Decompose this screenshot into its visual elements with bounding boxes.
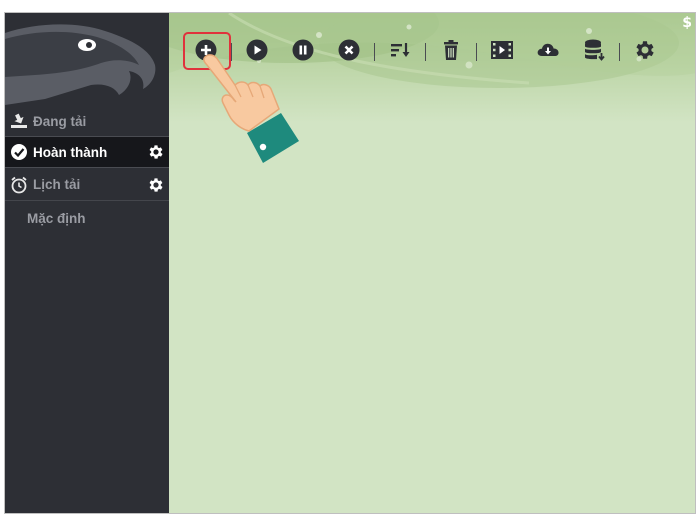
sort-icon <box>389 39 411 66</box>
sidebar-item-mac-dinh[interactable]: Mặc định <box>5 202 169 234</box>
video-film-icon <box>490 39 514 66</box>
database-button[interactable] <box>579 37 609 67</box>
app-window: Đang tải Hoàn thành Lịch tải Mặc định $ <box>4 12 696 514</box>
sidebar-item-lich-tai[interactable]: Lịch tải <box>5 169 169 201</box>
download-tray-icon <box>5 113 33 129</box>
sidebar: Đang tải Hoàn thành Lịch tải Mặc định <box>5 13 169 513</box>
sidebar-item-label: Lịch tải <box>33 177 81 192</box>
sidebar-item-label: Đang tải <box>33 113 87 129</box>
sort-button[interactable] <box>385 37 415 67</box>
toolbar-separator <box>619 43 620 61</box>
settings-button[interactable] <box>630 37 660 67</box>
gear-icon[interactable] <box>143 176 169 194</box>
eagle-logo <box>5 13 169 105</box>
sidebar-item-hoan-thanh[interactable]: Hoàn thành <box>5 136 169 168</box>
sidebar-item-label: Hoàn thành <box>33 144 108 160</box>
delete-button[interactable] <box>436 37 466 67</box>
stop-button[interactable] <box>334 37 364 67</box>
corner-symbol: $ <box>682 15 692 31</box>
pointing-hand-icon <box>203 51 299 168</box>
sidebar-item-dang-tai[interactable]: Đang tải <box>5 105 169 137</box>
toolbar-separator <box>425 43 426 61</box>
gear-icon[interactable] <box>143 143 169 161</box>
alarm-clock-icon <box>5 176 33 194</box>
main-area: $ <box>169 13 695 513</box>
cloud-download-icon <box>536 39 560 66</box>
database-icon <box>582 38 606 67</box>
toolbar-separator <box>374 43 375 61</box>
toolbar-separator <box>476 43 477 61</box>
gear-icon <box>633 38 657 67</box>
cloud-download-button[interactable] <box>533 37 563 67</box>
trash-icon <box>440 39 462 66</box>
check-circle-icon <box>5 143 33 161</box>
video-button[interactable] <box>487 37 517 67</box>
stop-circle-icon <box>338 39 360 66</box>
sidebar-item-label: Mặc định <box>27 210 86 226</box>
